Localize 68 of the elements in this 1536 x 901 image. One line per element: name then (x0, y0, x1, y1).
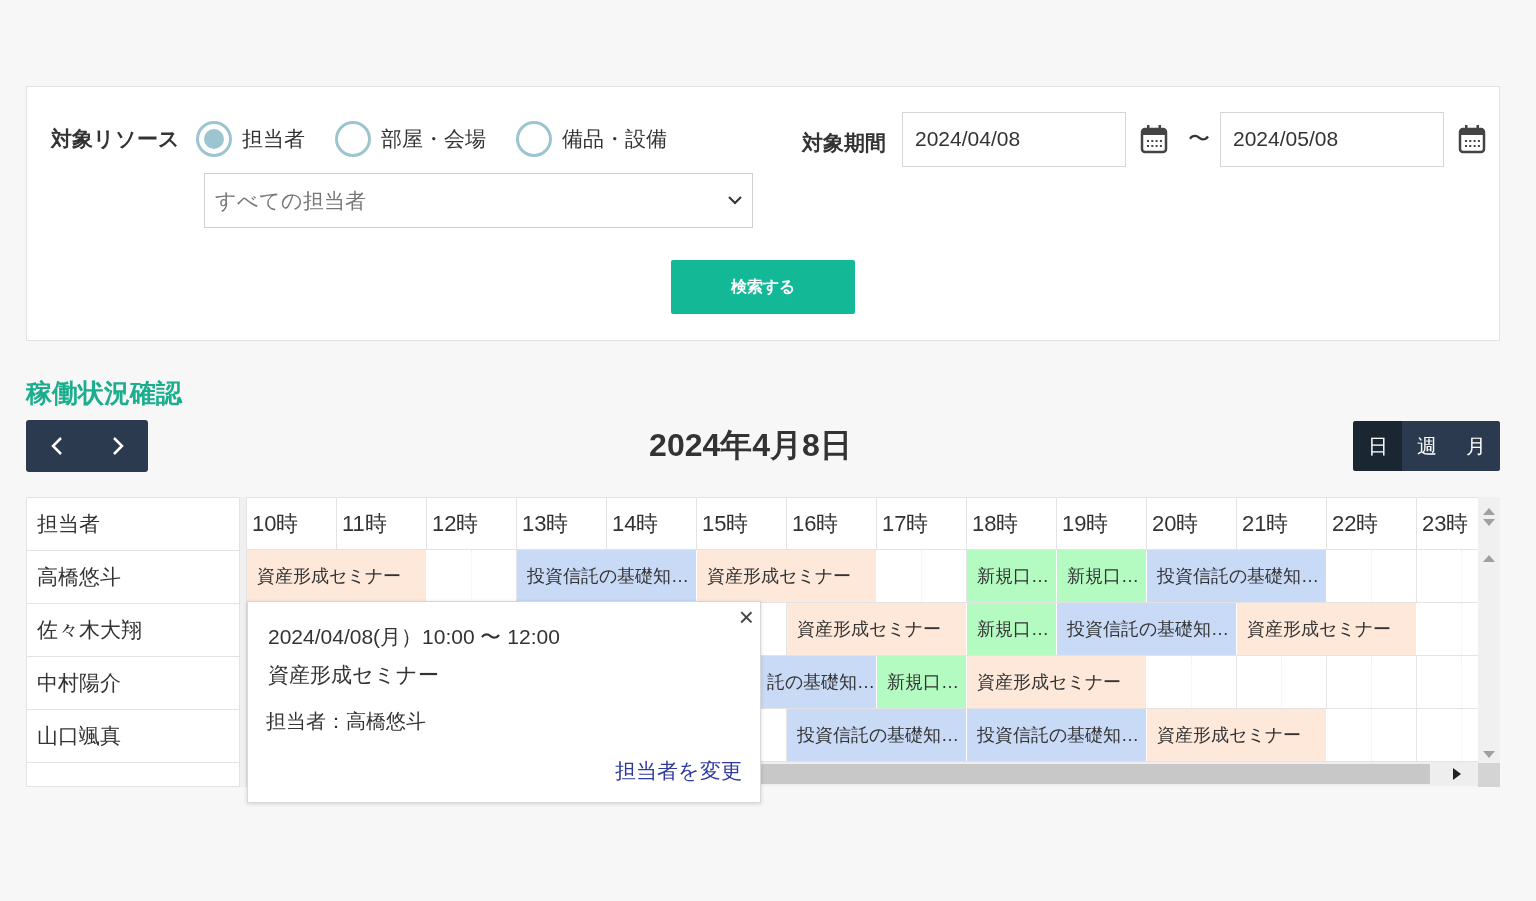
hour-header: 20時 (1147, 498, 1237, 549)
resource-radio[interactable]: 担当者 (196, 121, 305, 157)
hour-header: 16時 (787, 498, 877, 549)
event-staff: 担当者：高橋悠斗 (266, 709, 427, 734)
scrollbar-corner (1478, 763, 1500, 787)
period-label: 対象期間 (802, 130, 886, 156)
event-datetime: 2024/04/08(月）10:00 〜 12:00 (268, 624, 561, 650)
scroll-up-icon[interactable] (1483, 554, 1495, 562)
scroll-up-icon[interactable] (1483, 507, 1495, 515)
close-button[interactable]: × (736, 604, 756, 630)
radio-label[interactable]: 部屋・会場 (381, 125, 486, 153)
schedule-event[interactable]: 資産形成セミナー (697, 550, 877, 602)
schedule-event[interactable]: 投資信託の基礎知… (787, 709, 967, 761)
hour-header: 10時 (247, 498, 337, 549)
hour-header: 21時 (1237, 498, 1327, 549)
chevron-right-icon (111, 436, 124, 456)
hour-header: 11時 (337, 498, 427, 549)
chevron-down-icon (728, 196, 742, 205)
schedule-event[interactable]: 資産形成セミナー (967, 656, 1147, 708)
hour-header: 22時 (1327, 498, 1417, 549)
radio-button[interactable] (516, 121, 552, 157)
schedule-event[interactable]: 資産形成セミナー (1237, 603, 1417, 655)
staff-name: 高橋悠斗 (27, 551, 239, 604)
view-tab[interactable]: 日 (1353, 421, 1402, 471)
schedule-event[interactable]: 新規口… (967, 603, 1057, 655)
staff-name: 中村陽介 (27, 657, 239, 710)
resource-label: 対象リソース (51, 126, 180, 152)
schedule-event[interactable]: 投資信託の基礎知… (967, 709, 1147, 761)
start-date-field[interactable]: 2024/04/08 (902, 111, 1126, 167)
chevron-left-icon (50, 436, 63, 456)
schedule-event[interactable]: 新規口… (1057, 550, 1147, 602)
scroll-down-icon[interactable] (1483, 751, 1495, 759)
schedule-event[interactable]: 資産形成セミナー (247, 550, 427, 602)
radio-label[interactable]: 担当者 (242, 125, 305, 153)
resource-radio[interactable]: 部屋・会場 (335, 121, 486, 157)
scroll-right-icon[interactable] (1453, 768, 1461, 780)
hour-header: 14時 (607, 498, 697, 549)
range-separator: 〜 (1188, 125, 1210, 153)
staff-select[interactable]: すべての担当者 (204, 173, 753, 228)
staff-name: 山口颯真 (27, 710, 239, 763)
calendar-icon[interactable] (1140, 124, 1168, 154)
schedule-event[interactable]: 資産形成セミナー (787, 603, 967, 655)
hour-header: 13時 (517, 498, 607, 549)
radio-button[interactable] (196, 121, 232, 157)
schedule-event[interactable]: 投資信託の基礎知… (517, 550, 697, 602)
event-title: 資産形成セミナー (268, 662, 440, 688)
column-splitter[interactable] (240, 497, 247, 787)
radio-label[interactable]: 備品・設備 (562, 125, 667, 153)
date-title: 2024年4月8日 (649, 426, 852, 465)
section-title: 稼働状況確認 (26, 377, 184, 410)
schedule-event[interactable]: 投資信託の基礎知… (1057, 603, 1237, 655)
hour-header: 19時 (1057, 498, 1147, 549)
end-date-field[interactable]: 2024/05/08 (1220, 111, 1444, 167)
calendar-icon[interactable] (1458, 124, 1486, 154)
radio-button[interactable] (335, 121, 371, 157)
schedule-event[interactable]: 投資信託の基礎知… (1147, 550, 1327, 602)
hour-header: 18時 (967, 498, 1057, 549)
resource-radio[interactable]: 備品・設備 (516, 121, 667, 157)
scroll-down-icon[interactable] (1483, 519, 1495, 527)
schedule-event[interactable]: 新規口… (877, 656, 967, 708)
hour-header: 15時 (697, 498, 787, 549)
staff-name: 佐々木大翔 (27, 604, 239, 657)
hour-header: 12時 (427, 498, 517, 549)
change-staff-link[interactable]: 担当者を変更 (266, 757, 742, 785)
schedule-event[interactable]: 資産形成セミナー (1147, 709, 1327, 761)
hour-header: 17時 (877, 498, 967, 549)
schedule-event[interactable]: 新規口… (967, 550, 1057, 602)
vertical-scrollbar[interactable] (1478, 497, 1500, 787)
